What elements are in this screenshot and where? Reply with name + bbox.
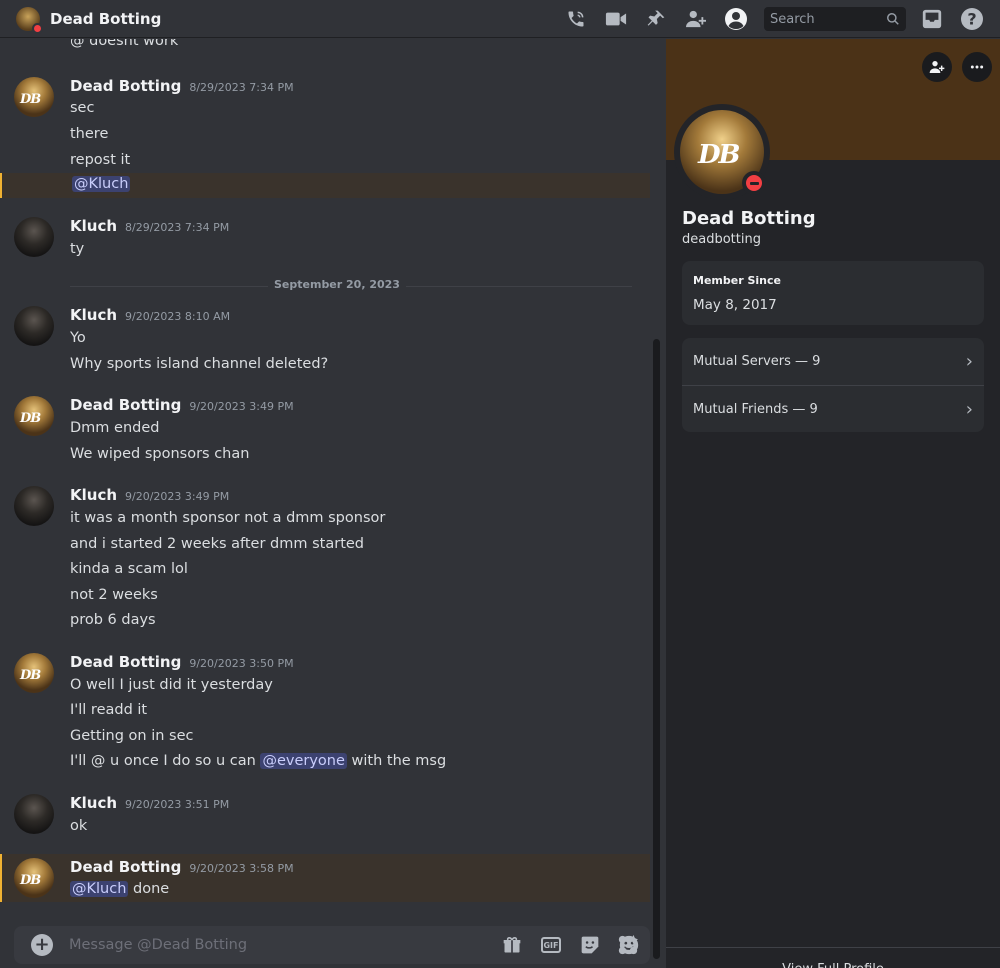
message-line: kinda a scam lol xyxy=(70,561,188,577)
more-options-button[interactable] xyxy=(962,52,992,82)
message-line: ok xyxy=(70,818,88,834)
message-input[interactable]: Message @Dead Botting xyxy=(69,937,247,953)
plus-icon[interactable]: + xyxy=(31,934,53,956)
help-icon[interactable]: ? xyxy=(960,7,984,31)
message-timestamp: 8/29/2023 7:34 PM xyxy=(125,221,230,234)
message-line: sec xyxy=(70,100,95,116)
search-icon xyxy=(887,13,899,25)
gif-button[interactable]: GIF xyxy=(540,934,562,956)
chevron-right-icon: › xyxy=(965,398,973,420)
mutual-servers-row[interactable]: Mutual Servers — 9 › xyxy=(682,338,984,385)
mutuals-card: Mutual Servers — 9 › Mutual Friends — 9 … xyxy=(682,338,984,432)
message-author[interactable]: Dead Botting 9/20/2023 3:58 PM xyxy=(70,858,294,876)
member-since-card: Member Since May 8, 2017 xyxy=(682,261,984,325)
mutual-servers-label: Mutual Servers — 9 xyxy=(693,354,821,369)
message-line: @ doesnt work xyxy=(70,39,179,49)
message-line: @Kluch done xyxy=(70,881,170,897)
profile-panel: Dead Botting deadbotting Member Since Ma… xyxy=(666,39,1000,968)
message-composer[interactable]: + Message @Dead Botting GIF xyxy=(14,926,650,964)
message-timestamp: 9/20/2023 3:58 PM xyxy=(189,862,294,875)
message-author[interactable]: Dead Botting 8/29/2023 7:34 PM xyxy=(70,77,294,95)
dnd-status-icon xyxy=(742,171,766,195)
message-author[interactable]: Kluch 8/29/2023 7:34 PM xyxy=(70,217,229,235)
message-line: I'll readd it xyxy=(70,702,148,718)
message-author[interactable]: Kluch 9/20/2023 3:51 PM xyxy=(70,794,229,812)
video-icon[interactable] xyxy=(604,7,628,31)
message-timestamp: 9/20/2023 3:49 PM xyxy=(125,490,230,503)
user-profile-icon[interactable] xyxy=(724,7,748,31)
sticker-icon[interactable] xyxy=(579,934,601,956)
message-timestamp: 9/20/2023 3:51 PM xyxy=(125,798,230,811)
message-line: prob 6 days xyxy=(70,612,156,628)
svg-text:?: ? xyxy=(967,10,976,29)
message-author[interactable]: Dead Botting 9/20/2023 3:50 PM xyxy=(70,653,294,671)
add-friend-icon[interactable] xyxy=(684,7,708,31)
message-line: Yo xyxy=(70,330,86,346)
message-line: it was a month sponsor not a dmm sponsor xyxy=(70,510,386,526)
message-timestamp: 9/20/2023 8:10 AM xyxy=(125,310,231,323)
message-line: repost it xyxy=(70,152,131,168)
scrollbar[interactable] xyxy=(653,339,660,959)
search-placeholder: Search xyxy=(770,11,815,27)
message-line: there xyxy=(70,126,109,142)
channel-title[interactable]: Dead Botting xyxy=(50,10,161,28)
mutual-friends-row[interactable]: Mutual Friends — 9 › xyxy=(682,385,984,432)
message-line: We wiped sponsors chan xyxy=(70,446,250,462)
search-input[interactable]: Search xyxy=(764,7,906,31)
dnd-status-icon xyxy=(32,22,43,34)
date-divider: September 20, 2023 xyxy=(70,278,632,291)
profile-username: deadbotting xyxy=(682,232,761,247)
message-line: Dmm ended xyxy=(70,420,160,436)
mutual-friends-label: Mutual Friends — 9 xyxy=(693,401,818,417)
message-list[interactable]: @ doesnt work Dead Botting8/29/2023 7:34… xyxy=(0,39,662,968)
member-since-value: May 8, 2017 xyxy=(693,297,777,313)
message-author[interactable]: Dead Botting 9/20/2023 3:49 PM xyxy=(70,396,294,414)
message-timestamp: 9/20/2023 3:50 PM xyxy=(189,657,294,670)
user-mention[interactable]: @Kluch xyxy=(72,176,131,192)
profile-display-name: Dead Botting xyxy=(682,208,816,229)
message-line: I'll @ u once I do so u can @everyone wi… xyxy=(70,753,447,769)
message-line: ty xyxy=(70,241,85,257)
message-line: and i started 2 weeks after dmm started xyxy=(70,536,365,552)
message-timestamp: 8/29/2023 7:34 PM xyxy=(189,81,294,94)
everyone-mention[interactable]: @everyone xyxy=(260,753,347,769)
member-since-label: Member Since xyxy=(693,274,781,287)
message-line: O well I just did it yesterday xyxy=(70,677,273,693)
message-timestamp: 9/20/2023 3:49 PM xyxy=(189,400,294,413)
user-mention[interactable]: @Kluch xyxy=(70,881,129,897)
dm-avatar[interactable] xyxy=(16,6,43,34)
date-divider-label: September 20, 2023 xyxy=(268,278,406,291)
apps-icon[interactable] xyxy=(617,934,639,956)
message-line: Why sports island channel deleted? xyxy=(70,356,329,372)
inbox-icon[interactable] xyxy=(920,7,944,31)
message-line: Getting on in sec xyxy=(70,728,194,744)
channel-header: Dead Botting Search ? xyxy=(0,0,1000,38)
pin-icon[interactable] xyxy=(644,7,668,31)
profile-avatar[interactable] xyxy=(674,104,770,200)
add-friend-icon xyxy=(929,61,945,73)
message-author[interactable]: Kluch 9/20/2023 8:10 AM xyxy=(70,306,230,324)
message-author[interactable]: Kluch 9/20/2023 3:49 PM xyxy=(70,486,229,504)
add-friend-button[interactable] xyxy=(922,52,952,82)
view-full-profile-button[interactable]: View Full Profile xyxy=(666,947,1000,968)
message-line: not 2 weeks xyxy=(70,587,158,603)
mentioned-message: @Kluch xyxy=(0,173,650,198)
phone-icon[interactable] xyxy=(564,7,588,31)
gift-icon[interactable] xyxy=(501,934,523,956)
more-icon xyxy=(970,65,984,69)
chevron-right-icon: › xyxy=(965,351,973,372)
